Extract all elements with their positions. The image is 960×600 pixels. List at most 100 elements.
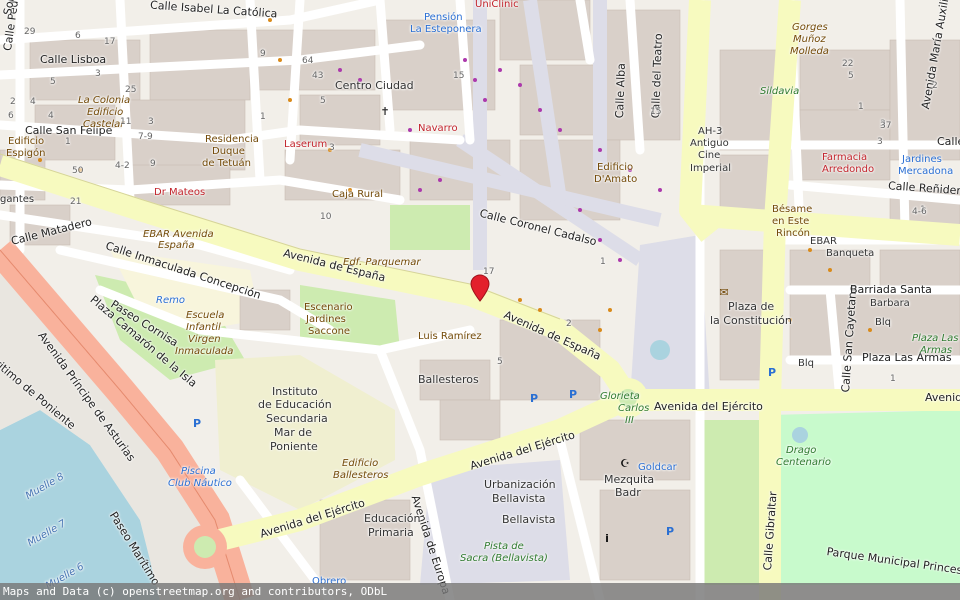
label-besame-2: en Este xyxy=(772,216,810,227)
label-uniclinic: UniClinic xyxy=(475,0,519,10)
label-glorieta-1: Glorieta xyxy=(600,391,640,402)
label-gorges-2: Muñoz xyxy=(793,34,826,45)
label-instituto-3: Secundaria xyxy=(266,412,328,425)
house-number: 64 xyxy=(302,56,314,66)
label-la-esteponera: La Esteponera xyxy=(410,24,482,35)
house-number: 3 xyxy=(148,117,154,127)
label-besame-3: Rincón xyxy=(776,228,811,239)
house-number: 15 xyxy=(453,71,465,81)
label-urbanizacion-1: Urbanización xyxy=(484,478,556,491)
label-ballesteros: Ballesteros xyxy=(418,373,479,386)
label-navarro: Navarro xyxy=(418,123,458,134)
label-jardines-2: Mercadona xyxy=(898,166,954,177)
label-la-colonia: La Colonia xyxy=(78,95,131,106)
label-edificio-castelar-1: Edificio xyxy=(87,107,124,118)
label-avenida-right: Avenida xyxy=(925,391,960,404)
house-number: 17 xyxy=(483,267,495,277)
label-edificio-damato-2: D'Amato xyxy=(594,174,638,185)
label-gantes: gantes xyxy=(0,194,35,205)
label-edificio-espigon-2: Espigón xyxy=(6,148,46,159)
parking-icon[interactable]: P xyxy=(527,391,541,405)
house-number: 1 xyxy=(600,257,606,267)
label-residencia-2: Duque xyxy=(212,146,245,157)
label-edificio-ballesteros-2: Ballesteros xyxy=(333,470,389,481)
label-goldcar: Goldcar xyxy=(638,462,677,473)
label-residencia-1: Residencia xyxy=(205,134,259,145)
house-number: 5 xyxy=(320,96,326,106)
parking-icon[interactable]: P xyxy=(190,416,204,430)
label-blq-a: Blq xyxy=(875,317,891,328)
house-number: 17 xyxy=(104,37,116,47)
label-farmacia-2: Arredondo xyxy=(822,164,875,175)
label-escenario-2: Jardines xyxy=(306,314,346,325)
label-gorges-3: Molleda xyxy=(790,46,829,57)
house-number: 2 xyxy=(932,81,938,91)
label-residencia-3: de Tetuán xyxy=(202,158,251,169)
label-edificio-ballesteros-1: Edificio xyxy=(342,458,379,469)
house-number: 1 xyxy=(890,374,896,384)
house-number: 25 xyxy=(125,85,137,95)
house-number: 3 xyxy=(95,69,101,79)
park-glorieta xyxy=(390,205,470,250)
label-edificio-damato-1: Edificio xyxy=(597,162,634,173)
house-number: 1 xyxy=(260,112,266,122)
label-barbara: Barbara xyxy=(870,298,910,309)
fountain xyxy=(650,340,670,360)
label-calle-alba: Calle Alba xyxy=(613,62,628,119)
label-antiguo-3: Imperial xyxy=(690,163,731,174)
map-attribution[interactable]: Maps and Data (c) openstreetmap.org and … xyxy=(0,583,960,600)
label-blq-b: Blq xyxy=(798,358,814,369)
label-remo: Remo xyxy=(156,295,185,306)
house-number: 22 xyxy=(842,59,854,69)
house-number: 6 xyxy=(75,31,81,41)
house-number: 15 xyxy=(650,107,662,117)
house-number: 1 xyxy=(65,137,71,147)
church-cross-icon[interactable]: ✝ xyxy=(378,104,392,118)
house-number: 2 xyxy=(10,97,16,107)
house-number: 29 xyxy=(24,27,36,37)
label-barriada-santa: Barriada Santa xyxy=(850,283,932,296)
label-pista-2: Sacra (Bellavista) xyxy=(460,553,548,564)
house-number: 2 xyxy=(566,319,572,329)
label-ah3: AH-3 xyxy=(698,126,723,137)
mosque-icon[interactable]: ☪ xyxy=(618,456,632,470)
house-number: 5 xyxy=(50,77,56,87)
map-canvas[interactable] xyxy=(0,0,960,600)
house-number: 4 xyxy=(48,111,54,121)
label-glorieta-3: III xyxy=(625,415,634,426)
label-plaza-armas-2: Armas xyxy=(920,345,953,356)
info-icon[interactable]: i xyxy=(600,531,614,545)
parking-icon[interactable]: P xyxy=(566,387,580,401)
house-number: 9 xyxy=(150,159,156,169)
label-escenario-1: Escenario xyxy=(304,302,353,313)
house-number: 4-6 xyxy=(912,207,927,217)
label-mezquita-2: Badr xyxy=(615,486,641,499)
label-sildavia: Sildavia xyxy=(760,86,800,97)
label-plaza-constitucion-2: la Constitución xyxy=(710,314,792,327)
parking-icon[interactable]: P xyxy=(765,365,779,379)
label-banqueta: Banqueta xyxy=(826,248,875,259)
house-number: 9 xyxy=(260,49,266,59)
label-calle-right: Calle xyxy=(937,135,960,148)
label-calle-teatro: Calle del Teatro xyxy=(649,33,665,119)
label-plaza-armas-1: Plaza Las xyxy=(912,333,959,344)
label-escuela-3: Virgen xyxy=(188,334,221,345)
label-mezquita-1: Mezquita xyxy=(604,473,655,486)
label-edif-parquemar: Edf. Parquemar xyxy=(343,257,421,268)
label-bellavista: Bellavista xyxy=(502,513,556,526)
label-edificio-espigon-1: Edificio xyxy=(8,136,45,147)
label-laserum: Laserum xyxy=(284,139,328,150)
house-number: 6 xyxy=(8,111,14,121)
label-luis-ramirez: Luis Ramírez xyxy=(418,331,482,342)
parking-icon[interactable]: P xyxy=(663,524,677,538)
label-piscina-1: Piscina xyxy=(181,466,216,477)
label-escuela-2: Infantil xyxy=(186,322,221,333)
label-pension: Pensión xyxy=(424,12,463,23)
label-escenario-3: Saccone xyxy=(308,326,351,337)
label-glorieta-2: Carlos xyxy=(618,403,650,414)
house-number: 1 xyxy=(858,102,864,112)
post-office-icon[interactable]: ✉ xyxy=(717,285,731,299)
label-jardines-1: Jardines xyxy=(902,154,942,165)
label-drago-2: Centenario xyxy=(776,457,832,468)
house-number: 4-2 xyxy=(115,161,130,171)
